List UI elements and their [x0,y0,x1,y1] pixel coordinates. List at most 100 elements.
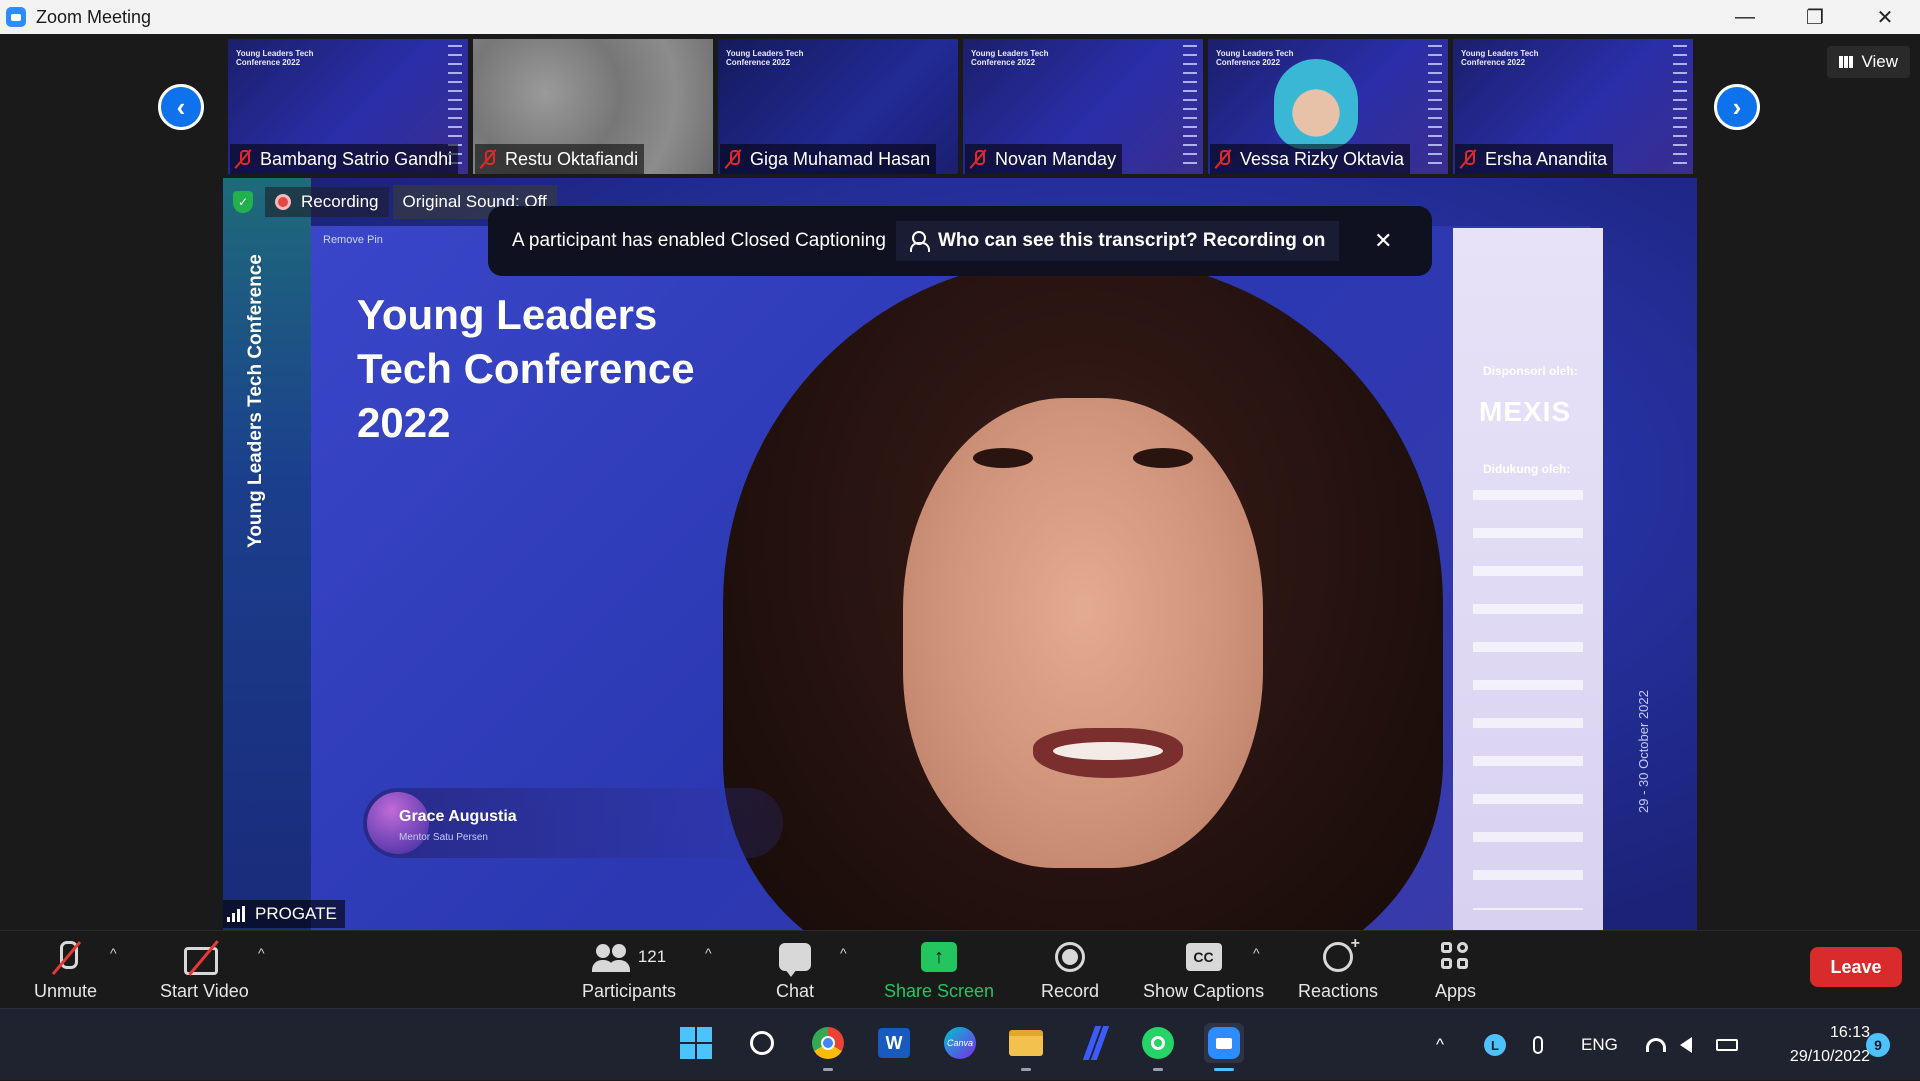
speaker-eye [1133,448,1193,468]
pen-app-icon[interactable] [1072,1023,1112,1063]
mic-muted-icon [1459,149,1477,169]
chrome-icon[interactable] [808,1023,848,1071]
participant-name: Bambang Satrio Gandhi [260,148,453,169]
running-indicator [823,1068,833,1071]
apps-button[interactable]: Apps [1435,937,1476,1002]
leave-button[interactable]: Leave [1810,947,1902,987]
show-captions-button[interactable]: CC Show Captions [1143,937,1264,1002]
participant-tile[interactable]: Young Leaders Tech Conference 2022 Vessa… [1208,39,1448,174]
participant-tile[interactable]: Young Leaders Tech Conference 2022 Ersha… [1453,39,1693,174]
unmute-button[interactable]: Unmute [34,937,97,1002]
windows-start-icon[interactable] [676,1023,716,1063]
speaker-eye [973,448,1033,468]
meeting-toolbar: Unmute ^ Start Video ^ 121 Participants … [0,930,1920,1008]
whatsapp-icon[interactable] [1138,1023,1178,1071]
participants-label: Participants [582,981,677,1001]
video-left-band [223,178,311,930]
caption-message: A participant has enabled Closed Caption… [512,230,886,251]
gallery-next-button[interactable]: › [1714,84,1760,130]
user-avatar-icon[interactable]: L [1484,1009,1506,1081]
participant-nametag: Vessa Rizky Oktavia [1210,144,1411,174]
wifi-icon[interactable] [1646,1009,1666,1081]
participant-name: Giga Muhamad Hasan [750,148,931,169]
reactions-label: Reactions [1298,981,1379,1001]
video-options-caret[interactable]: ^ [258,945,265,961]
chat-options-caret[interactable]: ^ [840,945,847,961]
microphone-icon[interactable] [1533,1009,1543,1081]
language-indicator[interactable]: ENG [1581,1009,1618,1081]
maximize-button[interactable]: ❐ [1780,0,1850,34]
thumbnail-conference-title: Young Leaders Tech Conference 2022 [1216,49,1294,67]
file-explorer-icon[interactable] [1006,1023,1046,1071]
transcript-visibility-button[interactable]: Who can see this transcript? Recording o… [895,221,1340,261]
view-button[interactable]: View [1827,46,1910,78]
person-info-icon [909,231,930,252]
participants-count: 121 [637,947,667,966]
speaker-mouth [1033,728,1183,778]
battery-icon[interactable] [1716,1009,1738,1081]
participant-name: Novan Manday [995,148,1117,169]
close-window-button[interactable]: ✕ [1850,0,1920,34]
unmute-label: Unmute [34,981,98,1001]
participant-tile[interactable]: Restu Oktafiandi [473,39,713,174]
captions-options-caret[interactable]: ^ [1253,945,1260,961]
share-screen-button[interactable]: ↑ Share Screen [884,937,994,1002]
event-date: 29 - 30 October 2022 [1636,690,1651,813]
closed-caption-banner: A participant has enabled Closed Caption… [488,206,1432,276]
apps-icon [1440,942,1471,972]
zoom-icon[interactable] [1204,1023,1244,1071]
participants-options-caret[interactable]: ^ [705,945,712,961]
participants-button[interactable]: 121 Participants [582,937,676,1002]
speaker-role: Mentor Satu Persen [399,832,488,843]
participant-tile[interactable]: Young Leaders Tech Conference 2022 Giga … [718,39,958,174]
slide-title-line: Tech Conference [357,345,695,392]
record-button[interactable]: Record [1041,937,1099,1002]
start-video-button[interactable]: Start Video [160,937,249,1002]
show-captions-label: Show Captions [1143,981,1265,1001]
record-label: Record [1041,981,1100,1001]
encryption-shield-icon[interactable]: ✓ [233,191,253,213]
word-icon[interactable]: W [874,1023,914,1063]
participants-icon [591,942,632,972]
recording-indicator[interactable]: Recording [265,187,389,217]
zoom-app-icon [6,7,26,27]
apps-label: Apps [1435,981,1477,1001]
reactions-button[interactable]: Reactions [1298,935,1379,1002]
thumbnail-conference-title: Young Leaders Tech Conference 2022 [236,49,314,67]
canva-icon[interactable]: Canva [940,1023,980,1063]
canva-icon-glyph: Canva [944,1027,976,1059]
notification-badge[interactable]: 9 [1866,1033,1890,1057]
thumbnail-sponsor-column [1673,45,1687,165]
participant-nametag: Giga Muhamad Hasan [720,144,937,174]
view-button-label: View [1861,52,1898,71]
vertical-conference-title: Young Leaders Tech Conference [245,254,266,548]
taskbar-clock[interactable]: 16:13 29/10/2022 [1762,1021,1870,1069]
participant-nametag: Ersha Anandita [1455,144,1614,174]
user-initial: L [1484,1034,1506,1056]
audio-options-caret[interactable]: ^ [110,945,117,961]
running-indicator [1214,1068,1234,1071]
mic-muted-icon [479,149,497,169]
chat-icon [779,943,812,977]
remove-pin-label: Remove Pin [323,234,383,246]
recording-dot-icon [275,194,291,210]
thumbnail-conference-title: Young Leaders Tech Conference 2022 [726,49,804,67]
participant-video-avatar [1274,59,1358,149]
chat-button[interactable]: Chat [776,937,814,1002]
close-icon[interactable]: ✕ [1371,228,1395,254]
gallery-view-icon [1839,56,1854,68]
mic-muted-icon [1214,149,1232,169]
participant-tile[interactable]: Young Leaders Tech Conference 2022 Bamba… [228,39,468,174]
minimize-button[interactable]: — [1710,0,1780,34]
participant-nametag: Bambang Satrio Gandhi [230,144,459,174]
clock-date: 29/10/2022 [1789,1048,1870,1065]
thumbnail-sponsor-column [1183,45,1197,165]
participant-tile[interactable]: Young Leaders Tech Conference 2022 Novan… [963,39,1203,174]
tray-overflow-chevron[interactable]: ^ [1436,1009,1444,1081]
gallery-prev-button[interactable]: ‹ [158,84,204,130]
running-indicator [1153,1068,1163,1071]
search-icon[interactable] [742,1023,782,1063]
volume-icon[interactable] [1680,1009,1692,1081]
speaker-name: Grace Augustia [399,808,517,825]
active-speaker-video: Young Leaders Tech Conference Remove Pin… [223,178,1697,930]
